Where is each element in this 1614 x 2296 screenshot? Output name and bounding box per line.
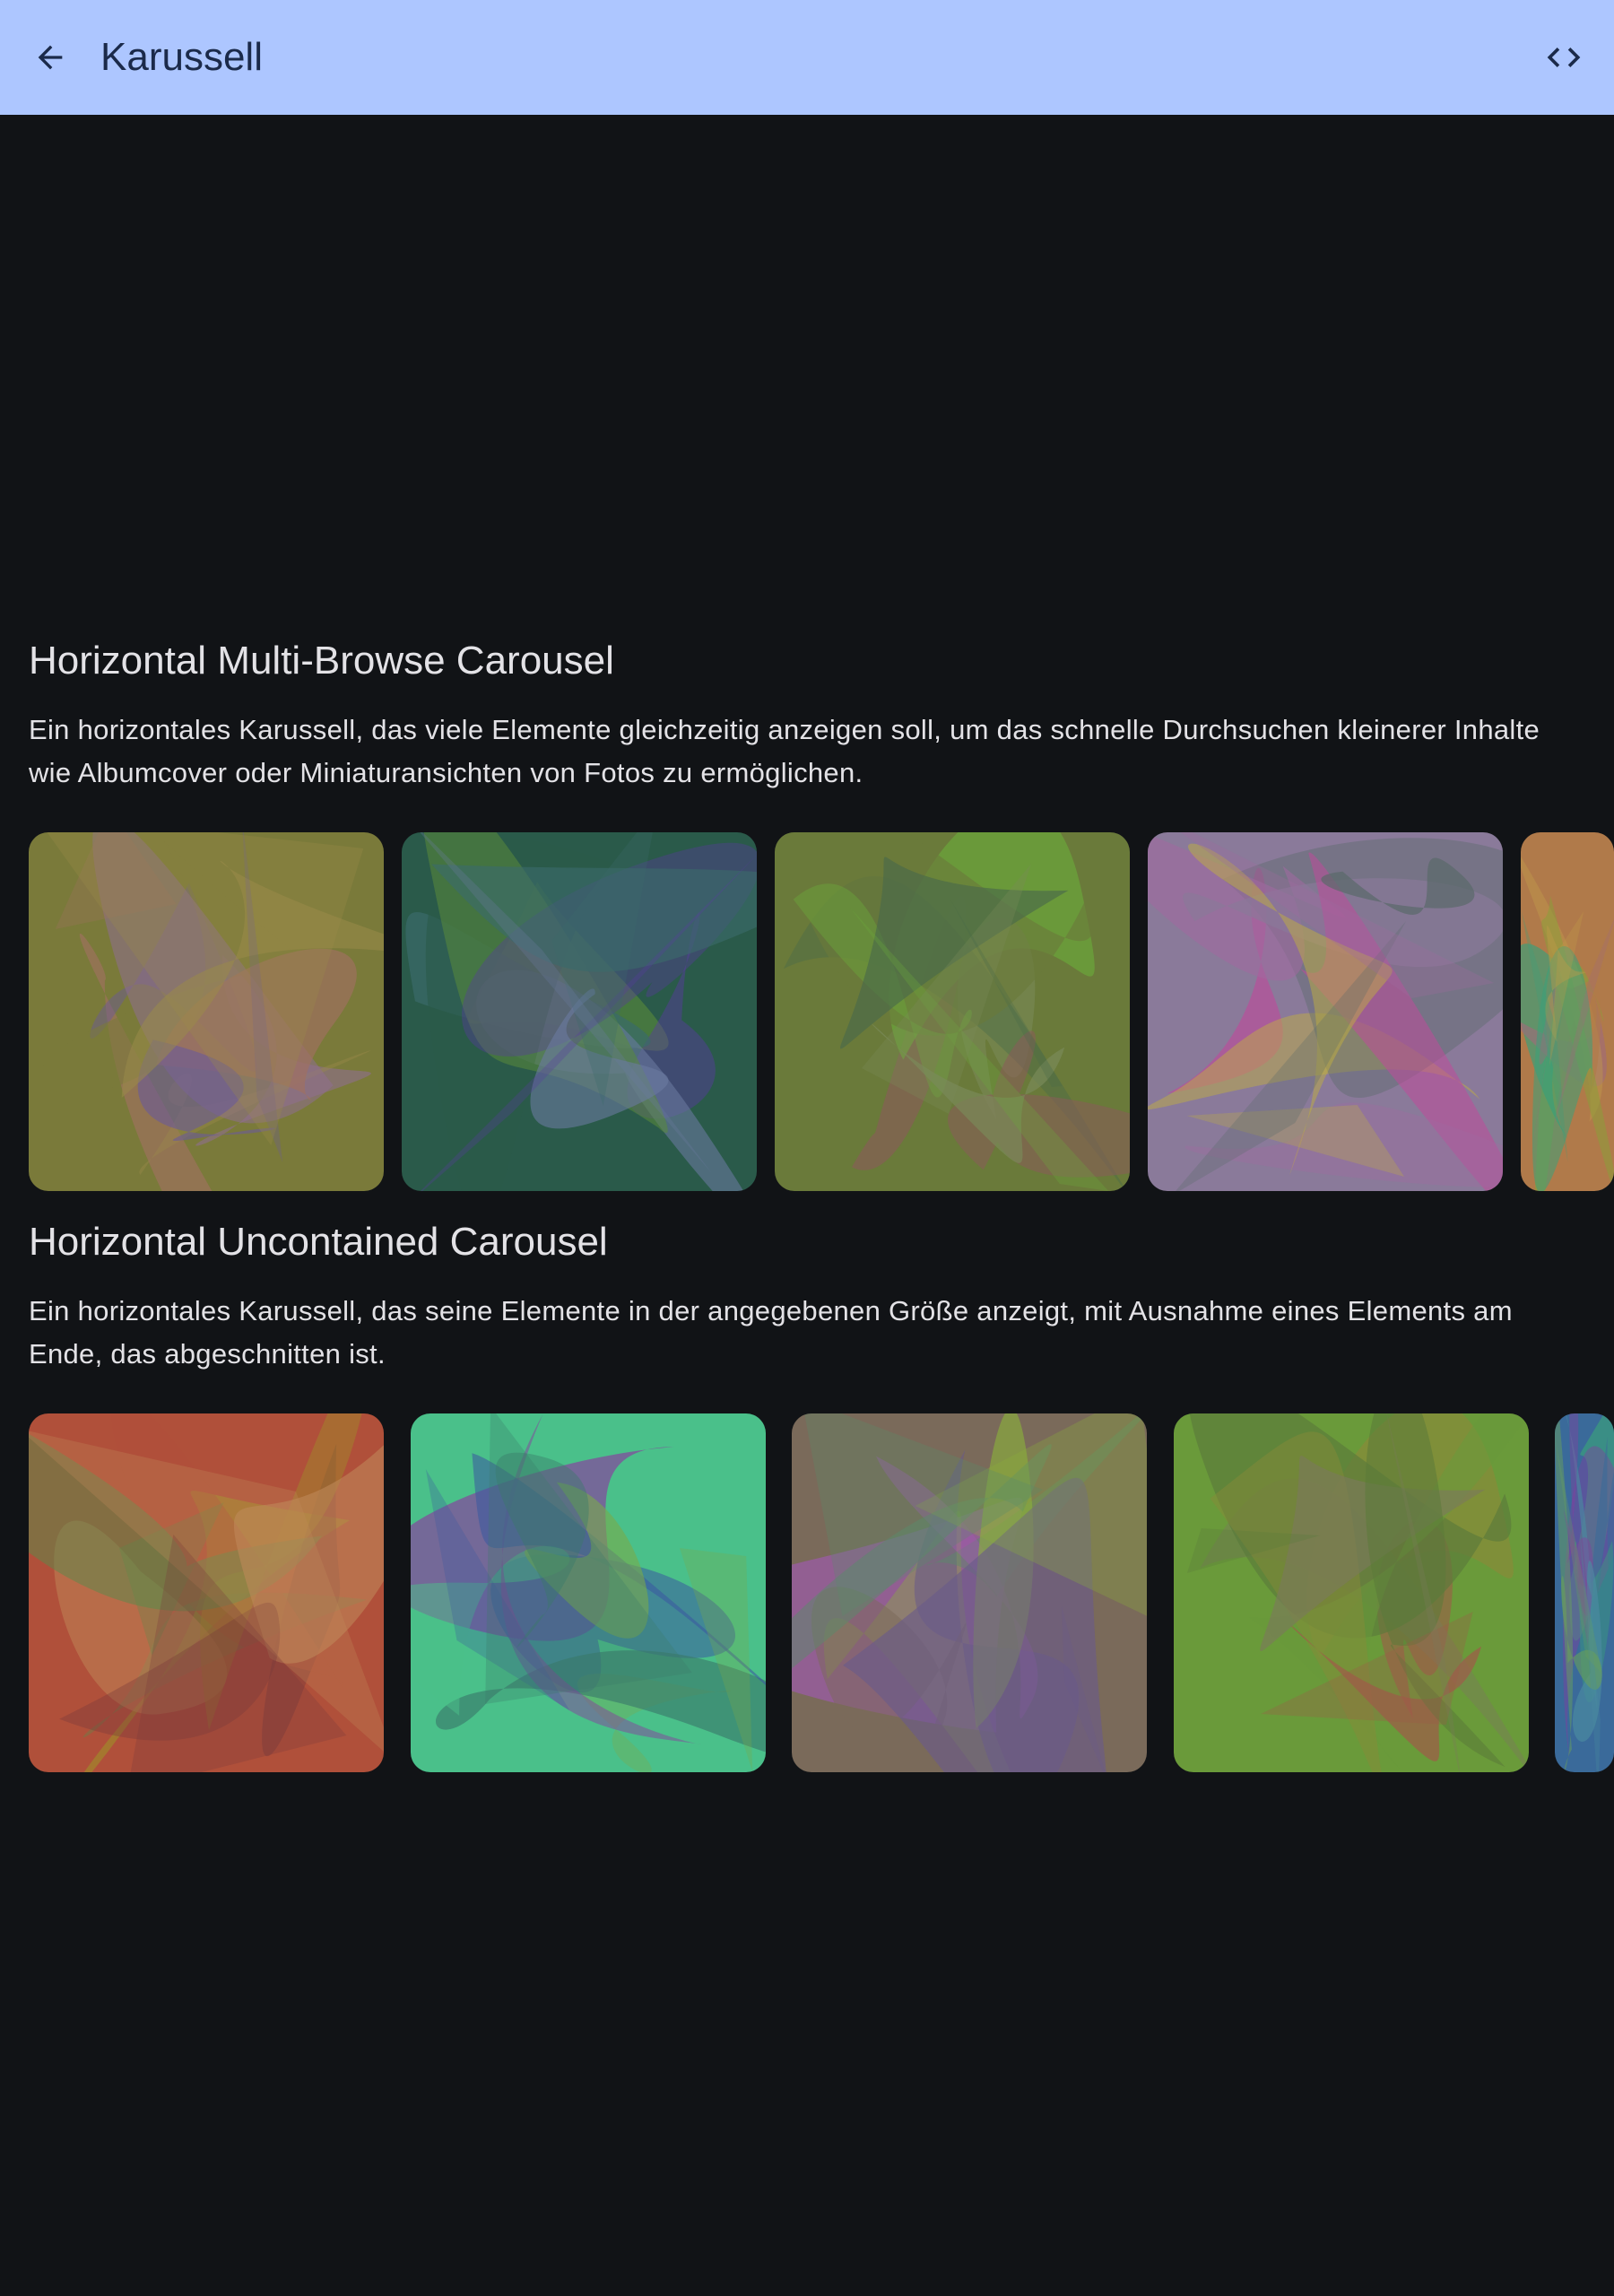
abstract-image-5 [1521,832,1614,1191]
top-app-bar: Karussell [0,0,1614,115]
carousel-item[interactable] [29,1413,384,1772]
carousel-item[interactable] [1521,832,1614,1191]
uncontained-section: Horizontal Uncontained Carousel Ein hori… [29,1220,1614,1376]
arrow-back-icon [38,45,63,70]
back-button[interactable] [22,29,79,86]
abstract-image-4 [1148,832,1503,1191]
section-description: Ein horizontales Karussell, das viele El… [29,714,1540,788]
abstract-image-9 [1174,1413,1529,1772]
carousel-item[interactable] [402,832,757,1191]
section-title: Horizontal Uncontained Carousel [29,1220,608,1264]
carousel-item[interactable] [792,1413,1147,1772]
carousel-item[interactable] [775,832,1130,1191]
multi-browse-carousel[interactable] [29,832,1614,1191]
section-title: Horizontal Multi-Browse Carousel [29,639,614,683]
code-button[interactable] [1535,29,1592,86]
uncontained-carousel[interactable] [29,1413,1614,1772]
abstract-image-7 [411,1413,766,1772]
abstract-image-10 [1555,1413,1614,1772]
abstract-image-6 [29,1413,384,1772]
abstract-image-3 [775,832,1130,1191]
carousel-item[interactable] [29,832,384,1191]
carousel-item[interactable] [411,1413,766,1772]
section-description: Ein horizontales Karussell, das seine El… [29,1295,1513,1370]
page-title: Karussell [100,35,263,79]
carousel-item[interactable] [1148,832,1503,1191]
code-icon [1547,48,1581,67]
multi-browse-section: Horizontal Multi-Browse Carousel Ein hor… [29,639,1614,795]
abstract-image-1 [29,832,384,1191]
abstract-image-2 [402,832,757,1191]
carousel-item[interactable] [1174,1413,1529,1772]
abstract-image-8 [792,1413,1147,1772]
carousel-item[interactable] [1555,1413,1614,1772]
